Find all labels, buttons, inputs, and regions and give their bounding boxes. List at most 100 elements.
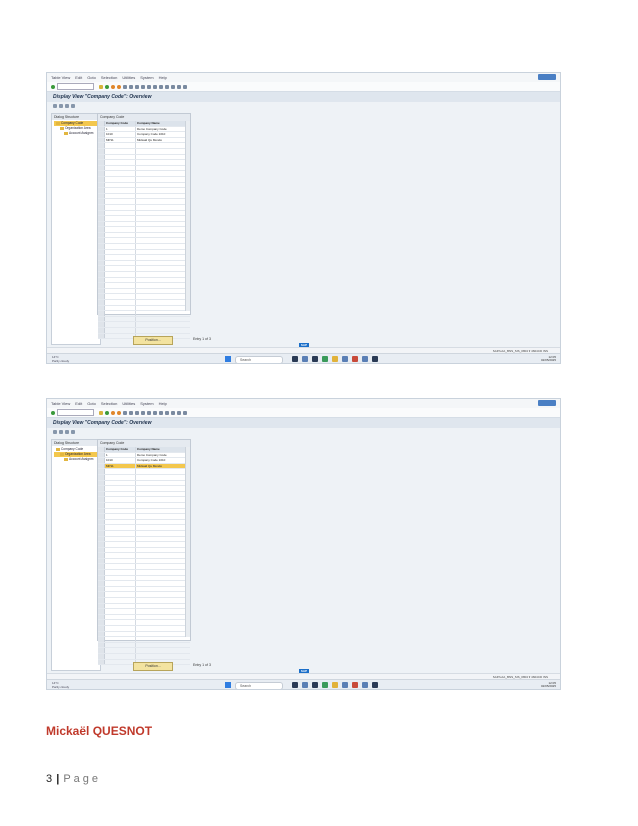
taskbar-search[interactable]: Search [235, 682, 283, 689]
row-selector[interactable] [98, 294, 105, 299]
row-selector[interactable] [98, 497, 105, 502]
row-selector-header[interactable] [98, 121, 105, 126]
sap-gui-icon[interactable] [372, 356, 378, 362]
row-selector[interactable] [98, 300, 105, 305]
row-selector[interactable] [98, 502, 105, 508]
system-clock[interactable]: 12:05 02/05/2025 [541, 356, 556, 362]
row-selector[interactable] [98, 176, 105, 182]
column-header[interactable]: Company Code [105, 447, 136, 452]
row-selector[interactable] [98, 244, 105, 249]
row-selector[interactable] [98, 260, 105, 266]
save-icon[interactable] [99, 410, 103, 415]
row-selector[interactable] [98, 288, 105, 294]
row-selector[interactable] [98, 614, 105, 620]
task-view-icon[interactable] [292, 682, 298, 688]
row-selector[interactable] [98, 221, 105, 227]
enter-icon[interactable] [51, 410, 55, 415]
row-selector[interactable] [98, 648, 105, 653]
position-button[interactable]: Position... [133, 662, 173, 671]
windows-start-icon[interactable] [225, 356, 231, 362]
row-selector[interactable] [98, 547, 105, 553]
menu-item[interactable]: Table View [51, 75, 70, 80]
vertical-scrollbar[interactable] [185, 447, 190, 637]
enter-icon[interactable] [51, 84, 55, 89]
row-selector[interactable] [98, 642, 105, 648]
command-field[interactable] [57, 83, 94, 90]
row-selector[interactable] [98, 508, 105, 514]
menu-item[interactable]: Goto [87, 75, 96, 80]
row-selector[interactable] [98, 143, 105, 148]
deselect-icon[interactable] [71, 104, 75, 108]
row-selector[interactable] [98, 171, 105, 176]
last-page-icon[interactable] [159, 410, 163, 415]
menu-item[interactable]: System [140, 75, 153, 80]
row-selector[interactable] [98, 620, 105, 625]
menu-item[interactable]: Table View [51, 401, 70, 406]
row-selector[interactable] [98, 659, 105, 665]
teams-icon[interactable] [322, 356, 328, 362]
row-selector[interactable] [98, 570, 105, 575]
row-selector[interactable] [98, 452, 105, 458]
column-header[interactable]: Company Name [136, 121, 190, 126]
cancel-icon[interactable] [117, 410, 121, 415]
back-icon[interactable] [105, 410, 109, 415]
edge-icon[interactable] [302, 356, 308, 362]
help-icon[interactable] [177, 84, 181, 89]
outlook-icon[interactable] [352, 682, 358, 688]
chrome-icon[interactable] [312, 356, 318, 362]
menu-item[interactable]: Help [159, 75, 167, 80]
print-icon[interactable] [123, 84, 127, 89]
explorer-icon[interactable] [332, 682, 338, 688]
command-field[interactable] [57, 409, 94, 416]
window-controls[interactable] [538, 400, 556, 406]
new-session-icon[interactable] [165, 84, 169, 89]
change-icon[interactable] [59, 104, 63, 108]
shortcut-icon[interactable] [171, 410, 175, 415]
row-selector[interactable] [98, 249, 105, 255]
row-selector[interactable] [98, 272, 105, 277]
edge-icon[interactable] [302, 682, 308, 688]
row-selector[interactable] [98, 558, 105, 564]
explorer-icon[interactable] [332, 356, 338, 362]
window-controls[interactable] [538, 74, 556, 80]
details-icon[interactable] [53, 104, 57, 108]
menu-item[interactable]: Edit [75, 75, 82, 80]
row-selector[interactable] [98, 193, 105, 199]
row-selector[interactable] [98, 575, 105, 581]
row-selector[interactable] [98, 137, 105, 143]
row-selector[interactable] [98, 542, 105, 547]
find-icon[interactable] [129, 410, 133, 415]
row-selector[interactable] [98, 238, 105, 244]
find-icon[interactable] [129, 84, 133, 89]
help-icon[interactable] [177, 410, 181, 415]
row-selector[interactable] [98, 311, 105, 316]
row-selector[interactable] [98, 653, 105, 659]
menu-item[interactable]: System [140, 401, 153, 406]
position-button[interactable]: Position... [133, 336, 173, 345]
sap-gui-icon[interactable] [372, 682, 378, 688]
row-selector[interactable] [98, 626, 105, 631]
prev-page-icon[interactable] [147, 410, 151, 415]
row-selector[interactable] [98, 525, 105, 530]
row-selector[interactable] [98, 216, 105, 221]
row-selector[interactable] [98, 277, 105, 283]
row-selector[interactable] [98, 210, 105, 216]
row-selector[interactable] [98, 598, 105, 603]
new-session-icon[interactable] [165, 410, 169, 415]
row-selector[interactable] [98, 126, 105, 132]
row-selector[interactable] [98, 564, 105, 570]
exit-icon[interactable] [111, 410, 115, 415]
next-page-icon[interactable] [153, 84, 157, 89]
system-clock[interactable]: 12:05 02/05/2025 [541, 682, 556, 688]
print-icon[interactable] [123, 410, 127, 415]
row-selector[interactable] [98, 480, 105, 486]
row-selector[interactable] [98, 154, 105, 160]
row-selector[interactable] [98, 469, 105, 474]
row-selector[interactable] [98, 132, 105, 137]
settings-icon[interactable] [183, 410, 187, 415]
weather-widget[interactable]: 14°C Partly cloudy [52, 355, 69, 363]
row-selector[interactable] [98, 160, 105, 165]
exit-icon[interactable] [111, 84, 115, 89]
word-icon[interactable] [362, 356, 368, 362]
row-selector[interactable] [98, 165, 105, 171]
